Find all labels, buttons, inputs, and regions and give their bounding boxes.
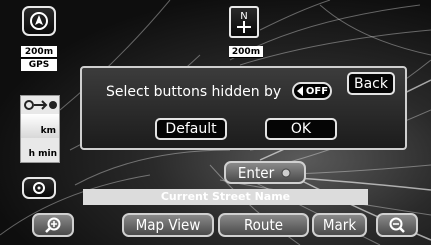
mark-label: Mark [322,216,357,234]
zoom-out-icon [389,217,405,233]
circle-view-icon [33,182,45,194]
mark-button[interactable]: Mark [312,213,367,237]
route-info-box: km h min [20,95,60,163]
off-toggle-button[interactable]: OFF [292,82,332,100]
map-view-button[interactable]: Map View [122,213,214,237]
time-unit: h min [28,149,57,159]
off-toggle-label: OFF [305,85,329,97]
scale-indicator: 200m [21,46,57,58]
distance-unit: km [40,126,56,136]
route-button[interactable]: Route [218,213,309,237]
default-button[interactable]: Default [155,118,227,140]
enter-button[interactable]: Enter [224,161,306,184]
zoom-in-button[interactable] [32,213,74,237]
gps-indicator: GPS [21,59,57,71]
hidden-buttons-dialog: Select buttons hidden by OFF Back Defaul… [80,66,407,150]
map-view-label: Map View [135,216,201,234]
ok-button[interactable]: OK [265,118,337,140]
zoom-in-icon [45,217,61,233]
compass-button[interactable]: N [229,6,259,38]
scale-indicator-center: 200m [229,46,263,58]
enter-dot-icon [281,168,291,177]
view-mode-button[interactable] [22,177,56,199]
scale-value-center: 200m [231,47,261,57]
north-compass-icon: N [237,11,251,33]
route-label: Route [243,216,284,234]
dialog-message: Select buttons hidden by [106,84,282,100]
enter-label: Enter [237,163,275,182]
current-street-bar: Current Street Name [83,189,368,205]
svg-text:N: N [240,11,247,22]
default-label: Default [165,121,217,137]
heading-button[interactable] [22,6,56,36]
scale-value: 200m [24,47,54,57]
navigation-screen: 200m GPS N 200m km h min Select buttons … [0,0,431,245]
current-street-name: Current Street Name [160,190,291,203]
back-label: Back [354,75,388,92]
heading-arrow-icon [30,12,48,30]
off-toggle-icon [296,86,303,96]
zoom-out-button[interactable] [376,213,418,237]
back-button[interactable]: Back [347,72,395,95]
gps-label: GPS [28,60,50,70]
route-eta-icon [24,100,57,110]
ok-label: OK [290,121,312,137]
